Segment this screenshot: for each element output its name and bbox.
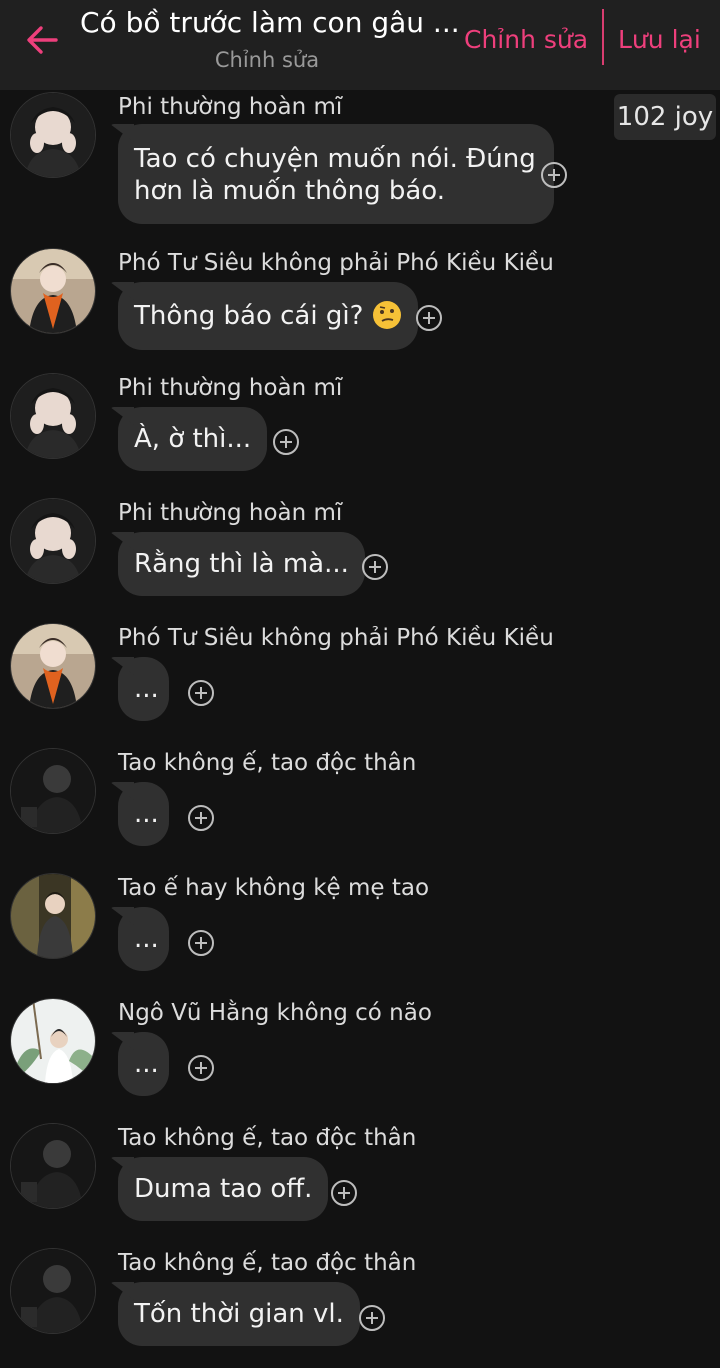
author-name: Phi thường hoàn mĩ [118, 375, 343, 401]
action-divider [602, 9, 604, 65]
author-name: Tao không ế, tao độc thân [118, 750, 417, 776]
add-reaction-icon[interactable] [331, 1180, 357, 1206]
arrow-left-icon [27, 26, 58, 54]
author-name: Phi thường hoàn mĩ [118, 500, 343, 526]
author-name: Phi thường hoàn mĩ [118, 94, 343, 120]
message-bubble[interactable]: ... [118, 657, 169, 721]
author-name: Ngô Vũ Hằng không có não [118, 1000, 432, 1026]
avatar-portrait-icon [11, 499, 95, 583]
message-text: Thông báo cái gì? [134, 301, 364, 331]
author-name: Phó Tư Siêu không phải Phó Kiều Kiều [118, 625, 554, 651]
author-name: Phó Tư Siêu không phải Phó Kiều Kiều [118, 250, 554, 276]
back-button[interactable] [20, 18, 64, 62]
chat-subtitle: Chỉnh sửa [214, 48, 320, 72]
avatar[interactable] [10, 998, 96, 1084]
chat-message: Tao ế hay không kệ mẹ tao ... [0, 873, 720, 993]
avatar-portrait-icon [11, 874, 95, 958]
message-bubble[interactable]: ... [118, 1032, 169, 1096]
avatar[interactable] [10, 498, 96, 584]
chat-message: Tao không ế, tao độc thân ... [0, 748, 720, 868]
save-button[interactable]: Lưu lại [618, 22, 701, 58]
chat-message: Ngô Vũ Hằng không có não ... [0, 998, 720, 1118]
add-reaction-icon[interactable] [188, 680, 214, 706]
chat-message: Phó Tư Siêu không phải Phó Kiều Kiều ... [0, 623, 720, 743]
add-reaction-icon[interactable] [188, 930, 214, 956]
avatar-portrait-icon [11, 249, 95, 333]
message-bubble[interactable]: Rằng thì là mà... [118, 532, 365, 596]
avatar[interactable] [10, 748, 96, 834]
message-bubble[interactable]: Duma tao off. [118, 1157, 329, 1221]
add-reaction-icon[interactable] [359, 1305, 385, 1331]
edit-button[interactable]: Chỉnh sửa [464, 22, 588, 58]
add-reaction-icon[interactable] [362, 554, 388, 580]
chat-message: Phi thường hoàn mĩ Rằng thì là mà... [0, 498, 720, 618]
add-reaction-icon[interactable] [188, 1055, 214, 1081]
author-name: Tao không ế, tao độc thân [118, 1125, 417, 1151]
avatar[interactable] [10, 623, 96, 709]
chat-title: Có bồ trước làm con gâu ... [80, 6, 460, 39]
avatar[interactable] [10, 873, 96, 959]
chat-message: Tao không ế, tao độc thân Duma tao off. [0, 1123, 720, 1243]
avatar-portrait-icon [11, 1249, 95, 1333]
chat-message: Phi thường hoàn mĩ Tao có chuyện muốn nó… [0, 92, 720, 224]
avatar[interactable] [10, 1248, 96, 1334]
thinking-face-icon [372, 301, 401, 329]
avatar[interactable] [10, 92, 96, 178]
message-bubble[interactable]: Thông báo cái gì? [118, 282, 418, 350]
author-name: Tao không ế, tao độc thân [118, 1250, 417, 1276]
message-bubble[interactable]: Tao có chuyện muốn nói. Đúng hơn là muốn… [118, 124, 554, 224]
message-bubble[interactable]: ... [118, 907, 169, 971]
avatar-portrait-icon [11, 1124, 95, 1208]
chat-message: Phó Tư Siêu không phải Phó Kiều Kiều Thô… [0, 248, 720, 368]
add-reaction-icon[interactable] [273, 429, 299, 455]
add-reaction-icon[interactable] [188, 805, 214, 831]
chat-message: Phi thường hoàn mĩ À, ờ thì... [0, 373, 720, 493]
avatar-portrait-icon [11, 374, 95, 458]
avatar[interactable] [10, 1123, 96, 1209]
avatar-portrait-icon [11, 624, 95, 708]
message-bubble[interactable]: Tốn thời gian vl. [118, 1282, 360, 1346]
chat-message: Tao không ế, tao độc thân Tốn thời gian … [0, 1248, 720, 1368]
add-reaction-icon[interactable] [541, 162, 567, 188]
avatar[interactable] [10, 248, 96, 334]
avatar[interactable] [10, 373, 96, 459]
message-bubble[interactable]: ... [118, 782, 169, 846]
add-reaction-icon[interactable] [416, 305, 442, 331]
author-name: Tao ế hay không kệ mẹ tao [118, 875, 430, 901]
message-bubble[interactable]: À, ờ thì... [118, 407, 268, 471]
top-app-bar: Có bồ trước làm con gâu ... Chỉnh sửa Ch… [0, 0, 720, 90]
avatar-portrait-icon [11, 999, 95, 1083]
avatar-portrait-icon [11, 93, 95, 177]
avatar-portrait-icon [11, 749, 95, 833]
